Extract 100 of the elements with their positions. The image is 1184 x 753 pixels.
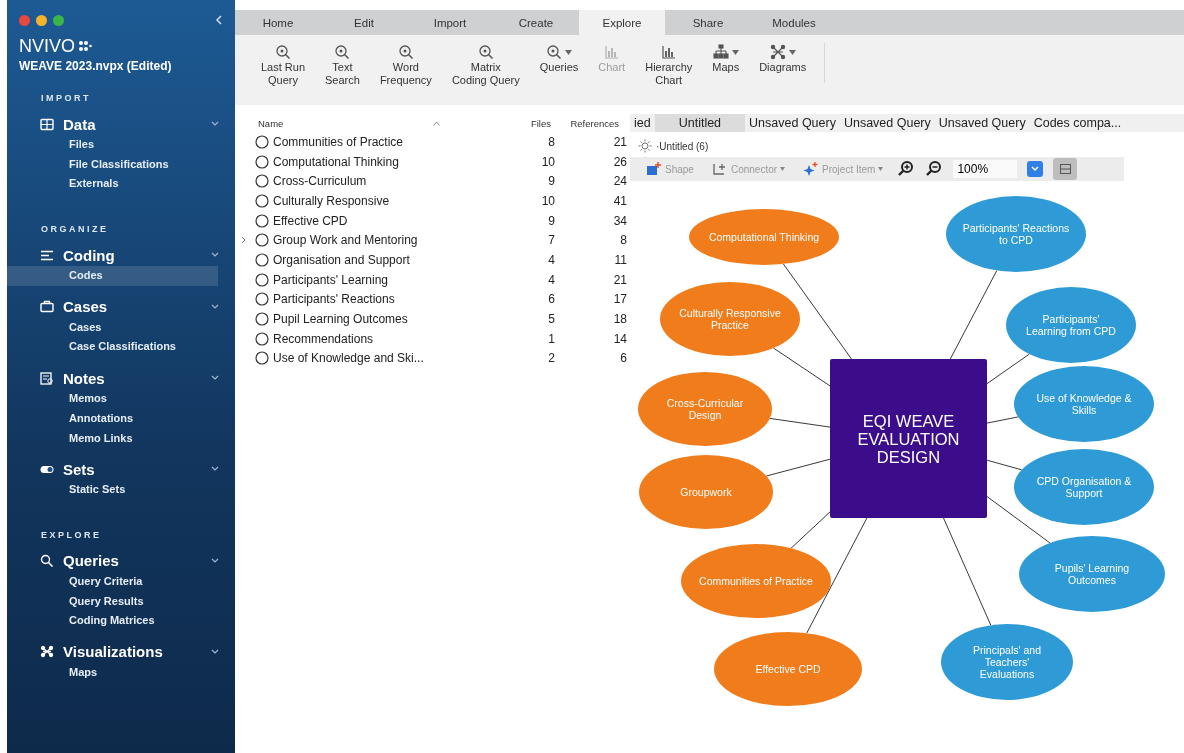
zoom-in-button[interactable] (897, 160, 916, 178)
document-tab[interactable]: Codes compa... (1029, 114, 1126, 132)
table-cell-text: 9 (547, 174, 555, 189)
sidebar-item[interactable]: Query Criteria (7, 571, 218, 592)
ribbon-tab[interactable]: Import (407, 10, 493, 35)
column-header[interactable]: Files (498, 117, 551, 129)
map-title: ·Untitled (6) (656, 140, 709, 152)
chevron-down-icon (1031, 166, 1040, 172)
ribbon-button[interactable]: Hierarchy Chart (639, 43, 699, 87)
table-cell-text: 4 (547, 272, 555, 287)
code-name[interactable]: Culturally Responsive (273, 193, 518, 208)
sidebar-group[interactable]: Cases (63, 298, 211, 316)
ribbon-button[interactable]: Text Search (319, 43, 366, 87)
code-name[interactable]: Use of Knowledge and Ski... (273, 351, 518, 366)
sort-icon[interactable] (433, 120, 441, 126)
sidebar-item[interactable]: Annotations (7, 408, 218, 429)
bar-chart-icon (660, 44, 677, 60)
ribbon-button[interactable]: Queries (533, 43, 585, 74)
table-cell-text: 2 (547, 351, 555, 366)
column-header[interactable]: References (551, 117, 619, 129)
sidebar-item[interactable]: Codes (7, 266, 218, 286)
zoom-out-button[interactable] (925, 160, 944, 178)
chevron-icon[interactable] (211, 648, 219, 655)
magnifier-icon (477, 44, 494, 60)
code-name[interactable]: Pupil Learning Outcomes (273, 312, 518, 327)
code-name[interactable]: Cross-Curriculum (273, 174, 518, 189)
code-name[interactable]: Communities of Practice (273, 134, 518, 149)
expand-icon[interactable] (241, 236, 246, 245)
sidebar-group[interactable]: Coding (63, 246, 211, 264)
zoom-in-icon (897, 160, 916, 178)
table-cell-text: 26 (612, 154, 627, 169)
sidebar-group[interactable]: Queries (63, 552, 211, 570)
sidebar-item[interactable]: Files (7, 135, 218, 155)
sidebar-group[interactable]: Data (63, 115, 211, 133)
app-logo: NVIVO (19, 35, 75, 57)
chevron-icon[interactable] (211, 121, 219, 127)
ribbon-tab[interactable]: Edit (321, 10, 407, 35)
table-cell-text: 10 (540, 193, 555, 208)
sidebar-item[interactable]: Memos (7, 389, 218, 409)
ribbon-tab[interactable]: Explore (579, 10, 665, 35)
ribbon-tab[interactable]: Home (235, 10, 321, 35)
ribbon-button[interactable]: Word Frequency (373, 43, 438, 87)
circle-icon (255, 193, 269, 208)
circle-icon (255, 174, 269, 189)
circle-icon (255, 252, 269, 267)
document-tab[interactable]: Unsaved Query (839, 114, 935, 132)
circle-icon (255, 351, 269, 366)
code-name[interactable]: Computational Thinking (273, 154, 518, 169)
circle-icon (255, 213, 269, 228)
document-tab[interactable]: Unsaved Query (745, 114, 840, 132)
sidebar-item[interactable]: Cases (7, 317, 218, 338)
sidebar-item[interactable]: Static Sets (7, 480, 218, 500)
chevron-icon[interactable] (211, 303, 219, 310)
sidebar-item[interactable]: Maps (7, 662, 218, 683)
code-name[interactable]: Organisation and Support (273, 252, 518, 267)
chevron-icon[interactable] (211, 375, 219, 382)
code-name[interactable]: Recommendations (273, 331, 518, 346)
code-name[interactable]: Effective CPD (273, 213, 518, 228)
chevron-icon[interactable] (211, 557, 219, 564)
circle-icon (255, 292, 269, 307)
code-name[interactable]: Group Work and Mentoring (273, 233, 518, 248)
document-tab[interactable]: Unsaved Query (934, 114, 1030, 132)
column-header[interactable]: Name (258, 117, 284, 129)
ribbon-button[interactable]: Maps (706, 43, 746, 74)
fit-button[interactable] (1053, 158, 1078, 180)
table-cell-text: 7 (547, 233, 555, 248)
table-icon (40, 117, 54, 131)
sidebar-item[interactable]: Externals (7, 174, 218, 195)
circle-icon (255, 272, 269, 287)
ribbon-button[interactable]: Matrix Coding Query (445, 43, 526, 87)
document-tab[interactable]: ied (630, 114, 655, 132)
chevron-icon[interactable] (211, 252, 219, 259)
sidebar-group[interactable]: Notes (63, 369, 211, 387)
ribbon-button[interactable]: Diagrams (753, 43, 813, 74)
sidebar-item[interactable]: Memo Links (7, 428, 218, 449)
sidebar-group[interactable]: Visualizations (63, 643, 211, 661)
sidebar-item[interactable]: Case Classifications (7, 337, 218, 358)
table-cell-text: 6 (547, 292, 555, 307)
document-tab[interactable]: Untitled (654, 114, 746, 132)
circle-icon (255, 134, 269, 149)
central-node[interactable]: EQI WEAVE EVALUATION DESIGN (830, 359, 987, 518)
ribbon-tab[interactable]: Modules (751, 10, 837, 35)
sidebar-item[interactable]: Query Results (7, 591, 218, 612)
ribbon-button[interactable]: Last Run Query (255, 43, 312, 87)
zoom-button[interactable] (53, 14, 64, 26)
sidebar-item[interactable]: File Classifications (7, 154, 218, 175)
zoom-field[interactable]: 100% (953, 160, 1018, 178)
chevron-icon[interactable] (211, 466, 219, 473)
sun-icon (638, 139, 652, 153)
minimize-button[interactable] (36, 14, 47, 26)
dropdown-button[interactable] (1027, 161, 1044, 177)
code-name[interactable]: Participants' Learning (273, 272, 518, 287)
sidebar-group[interactable]: Sets (63, 460, 211, 478)
ribbon-tab[interactable]: Create (493, 10, 579, 35)
code-name[interactable]: Participants' Reactions (273, 292, 518, 307)
sidebar-item[interactable]: Coding Matrices (7, 611, 218, 631)
chevron-left-icon[interactable] (215, 15, 223, 25)
ribbon-tab[interactable]: Share (665, 10, 751, 35)
magnifier-icon (275, 44, 291, 60)
table-cell-text: 1 (547, 331, 555, 346)
